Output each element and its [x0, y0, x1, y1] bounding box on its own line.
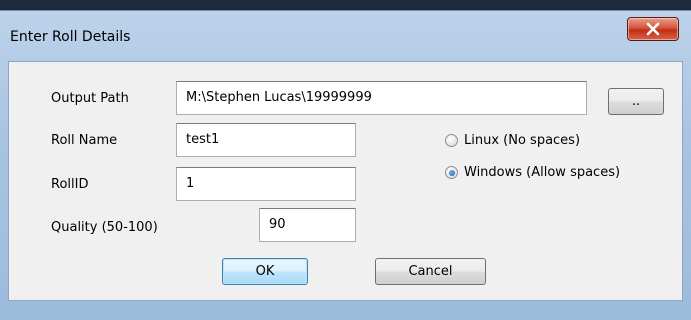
roll-name-label: Roll Name [51, 133, 118, 148]
window-title: Enter Roll Details [10, 29, 131, 45]
close-icon [646, 22, 660, 36]
title-bar[interactable]: Enter Roll Details [0, 11, 691, 59]
dialog-client-area: Output Path M:\Stephen Lucas\19999999 ..… [8, 61, 683, 301]
radio-selected-dot [448, 169, 455, 176]
quality-label: Quality (50-100) [51, 220, 158, 235]
roll-id-label: RollID [51, 177, 89, 192]
dialog-window: Enter Roll Details Output Path M:\Stephe… [0, 10, 691, 320]
cancel-button[interactable]: Cancel [375, 258, 486, 285]
roll-name-input[interactable]: test1 [176, 123, 356, 157]
output-path-label: Output Path [51, 91, 129, 106]
radio-windows-label: Windows (Allow spaces) [464, 165, 621, 180]
ok-button[interactable]: OK [222, 258, 308, 285]
output-path-input[interactable]: M:\Stephen Lucas\19999999 [176, 81, 587, 115]
radio-windows-control[interactable] [445, 166, 458, 179]
browse-button[interactable]: .. [608, 88, 664, 115]
radio-linux-label: Linux (No spaces) [464, 133, 581, 148]
radio-linux-control[interactable] [445, 134, 458, 147]
roll-id-input[interactable]: 1 [176, 167, 356, 201]
close-button[interactable] [627, 17, 679, 41]
quality-input[interactable]: 90 [259, 208, 356, 242]
